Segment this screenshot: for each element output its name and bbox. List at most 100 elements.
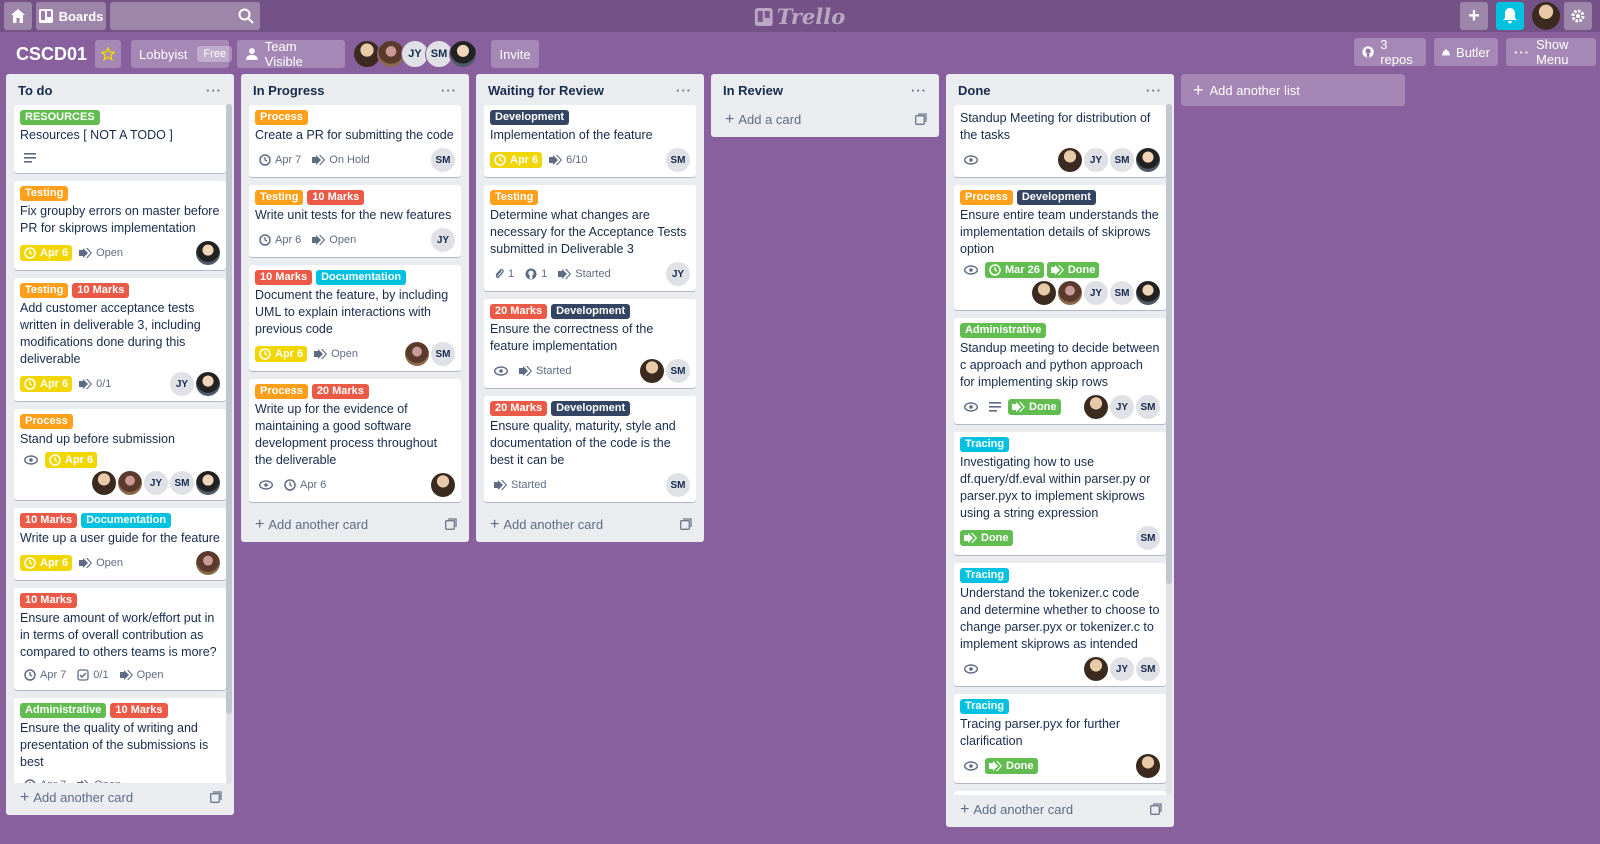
list-header[interactable]: In Progress ··· (241, 74, 469, 105)
card-label[interactable]: Testing (20, 283, 69, 298)
member-avatar[interactable] (1084, 657, 1108, 681)
card-label[interactable]: 20 Marks (490, 401, 548, 416)
card-label[interactable]: Tracing (960, 568, 1010, 583)
card-label[interactable]: Testing (255, 190, 304, 205)
visibility-button[interactable]: Team Visible (237, 39, 346, 69)
list-header[interactable]: Done ··· (946, 74, 1174, 105)
member-avatar[interactable]: SM (666, 473, 690, 497)
card-label[interactable]: Development (490, 110, 570, 125)
github-repos-button[interactable]: 3 repos (1354, 37, 1426, 67)
card[interactable]: 10 Marks Documentation Document the featur… (249, 265, 461, 371)
card[interactable]: Tracing (954, 791, 1166, 795)
card-label[interactable]: 20 Marks (490, 304, 548, 319)
workspace-button[interactable]: Lobbyist Free (131, 40, 233, 68)
card[interactable]: Standup Meeting for distribution of the … (954, 105, 1166, 177)
list-title[interactable]: In Review (723, 83, 783, 98)
member-avatar[interactable]: SM (666, 359, 690, 383)
member-avatar[interactable]: SM (431, 148, 455, 172)
list-header[interactable]: Waiting for Review ··· (476, 74, 704, 105)
card-template-button[interactable] (680, 517, 692, 533)
card-label[interactable]: Tracing (960, 437, 1010, 452)
list-menu-icon[interactable]: ··· (676, 83, 692, 98)
member-avatar[interactable] (431, 473, 455, 497)
home-button[interactable] (4, 2, 32, 30)
card-label[interactable]: Testing (490, 190, 539, 205)
add-list-button[interactable]: + Add another list (1181, 74, 1405, 106)
card-label[interactable]: Tracing (960, 699, 1010, 714)
member-avatar[interactable]: JY (170, 372, 194, 396)
list-title[interactable]: In Progress (253, 83, 325, 98)
list-header[interactable]: In Review ··· (711, 74, 939, 105)
list-scrollbar-thumb[interactable] (1166, 104, 1172, 584)
member-avatar[interactable]: SM (170, 471, 194, 495)
card[interactable]: Process Stand up before submission Apr 6 JY… (14, 409, 226, 500)
member-avatar[interactable] (405, 342, 429, 366)
card[interactable]: Testing 10 Marks Write unit tests for the … (249, 185, 461, 257)
due-date-badge[interactable]: Apr 6 (20, 555, 73, 571)
card[interactable]: Development Implementation of the feature… (484, 105, 696, 177)
card[interactable]: Tracing Investigating how to use df.query… (954, 432, 1166, 555)
due-date-badge[interactable]: Apr 6 (490, 152, 543, 168)
star-button[interactable] (95, 40, 122, 68)
member-avatar[interactable]: SM (1136, 657, 1160, 681)
member-avatar[interactable] (196, 241, 220, 265)
card-label[interactable]: Documentation (81, 513, 172, 528)
card[interactable]: Tracing Understand the tokenizer.c code a… (954, 563, 1166, 686)
due-date-badge[interactable]: Apr 7 (20, 667, 70, 683)
card-template-button[interactable] (210, 790, 222, 806)
card-label[interactable]: RESOURCES (20, 110, 100, 125)
member-avatar[interactable] (1058, 148, 1082, 172)
card-label[interactable]: Development (551, 401, 631, 416)
member-avatar[interactable] (1058, 281, 1082, 305)
list-menu-icon[interactable]: ··· (911, 83, 927, 98)
member-avatar[interactable]: JY (144, 471, 168, 495)
card[interactable]: 20 Marks Development Ensure quality, matur… (484, 396, 696, 502)
card[interactable]: Testing Fix groupby errors on master befo… (14, 181, 226, 270)
list-menu-icon[interactable]: ··· (441, 83, 457, 98)
member-avatar[interactable]: JY (1110, 657, 1134, 681)
member-avatar[interactable]: JY (431, 228, 455, 252)
invite-button[interactable]: Invite (491, 40, 540, 68)
member-avatar[interactable]: SM (1110, 281, 1134, 305)
butler-button[interactable]: Butler (1434, 38, 1498, 66)
card-label[interactable]: Process (255, 384, 308, 399)
card[interactable]: 10 Marks Ensure amount of work/effort put… (14, 588, 226, 690)
member-avatar[interactable]: JY (1084, 148, 1108, 172)
member-avatar[interactable]: SM (1136, 526, 1160, 550)
member-avatar[interactable]: SM (1110, 148, 1134, 172)
card-label[interactable]: Documentation (316, 270, 407, 285)
due-date-complete-badge[interactable]: Mar 26 (985, 262, 1044, 278)
due-date-badge[interactable]: Apr 7 (20, 777, 70, 783)
list-title[interactable]: Done (958, 83, 991, 98)
card[interactable]: Testing Determine what changes are necess… (484, 185, 696, 291)
card-template-button[interactable] (445, 517, 457, 533)
due-date-badge[interactable]: Apr 6 (20, 376, 73, 392)
card[interactable]: Process 20 Marks Write up for the evidence… (249, 379, 461, 502)
card-label[interactable]: 10 Marks (307, 190, 365, 205)
member-avatar[interactable] (1032, 281, 1056, 305)
card[interactable]: Administrative 10 Marks Ensure the quality… (14, 698, 226, 783)
due-date-badge[interactable]: Apr 6 (45, 452, 98, 468)
member-avatar[interactable] (1136, 754, 1160, 778)
due-date-badge[interactable]: Apr 6 (280, 477, 330, 493)
settings-button[interactable] (1564, 2, 1592, 30)
card[interactable]: Process Create a PR for submitting the co… (249, 105, 461, 177)
card[interactable]: Administrative Standup meeting to decide … (954, 318, 1166, 424)
notifications-button[interactable] (1496, 2, 1524, 30)
member-avatar[interactable] (196, 551, 220, 575)
card-label[interactable]: Process (255, 110, 308, 125)
due-date-badge[interactable]: Apr 6 (255, 232, 305, 248)
show-menu-button[interactable]: ··· Show Menu (1506, 37, 1596, 67)
list-title[interactable]: To do (18, 83, 52, 98)
member-avatar[interactable] (1084, 395, 1108, 419)
card[interactable]: RESOURCES Resources [ NOT A TODO ] (14, 105, 226, 173)
search-input[interactable] (110, 2, 260, 30)
list-menu-icon[interactable]: ··· (1146, 83, 1162, 98)
card-template-button[interactable] (1150, 802, 1162, 818)
member-avatar[interactable]: SM (1136, 395, 1160, 419)
member-avatar[interactable]: JY (1110, 395, 1134, 419)
list-header[interactable]: To do ··· (6, 74, 234, 105)
card-label[interactable]: 10 Marks (110, 703, 168, 718)
card-label[interactable]: Development (551, 304, 631, 319)
card-label[interactable]: 10 Marks (72, 283, 130, 298)
